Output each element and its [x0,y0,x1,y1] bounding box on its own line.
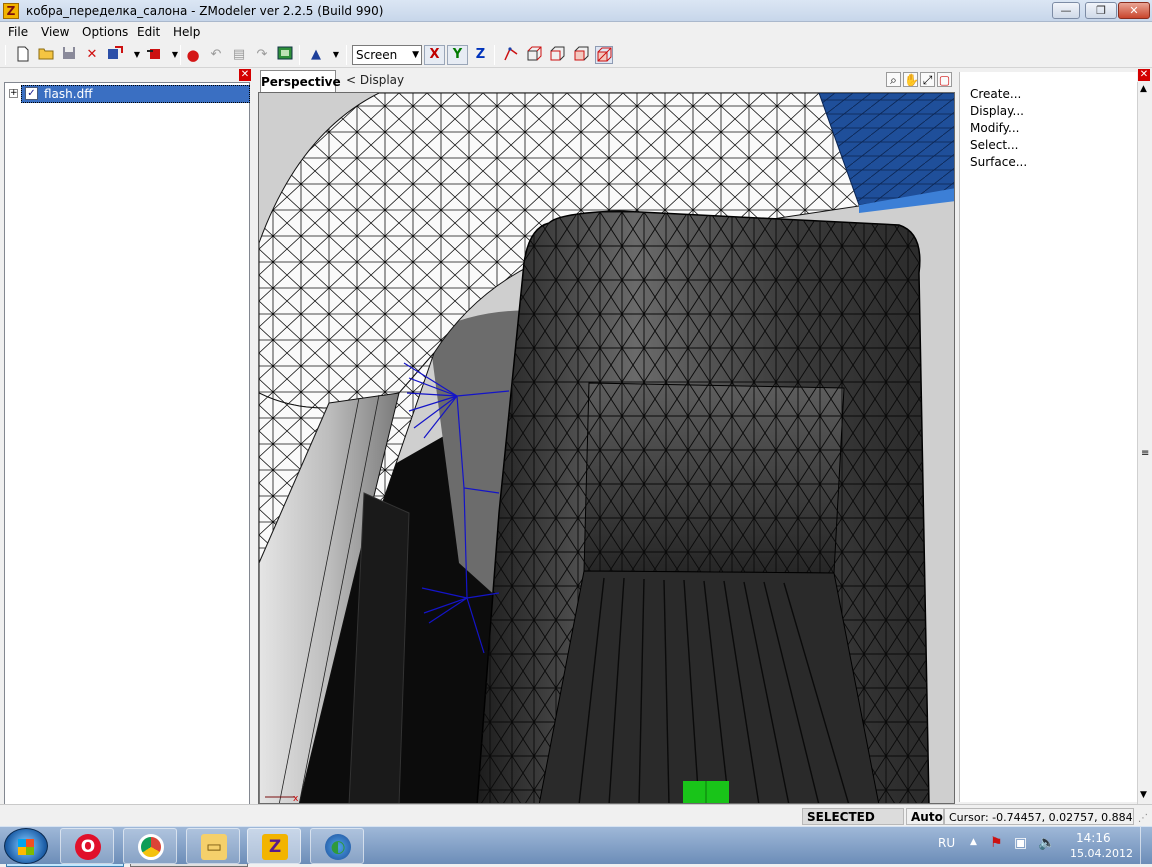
title-bar: Z кобра_переделка_салона - ZModeler ver … [0,0,1152,22]
axis-z-toggle[interactable]: Z [470,45,491,65]
viewport-header: Perspective < Display ⌕ ✋ ⤢ ▢ [258,68,955,92]
tab-perspective[interactable]: Perspective [260,70,341,92]
network-icon[interactable]: ▣ [1014,835,1027,851]
cone-primitive-icon[interactable]: ▲ [307,46,325,64]
close-icon[interactable]: ✕ [1138,69,1150,81]
start-button[interactable] [4,828,48,864]
zoom-icon[interactable]: ⌕ [886,72,901,87]
close-button[interactable]: ✕ [1118,2,1150,19]
clock-time[interactable]: 14:16 [1076,831,1111,845]
toolbar-separator [494,45,495,65]
command-select[interactable]: Select... [970,138,1018,152]
menu-options[interactable]: Options [82,25,128,39]
maximize-button[interactable]: ❐ [1085,2,1117,19]
axis-x-toggle[interactable]: X [424,45,445,65]
minimize-button[interactable]: — [1052,2,1080,19]
save-icon[interactable] [60,46,78,64]
tree-item-label[interactable]: flash.dff [21,85,250,103]
command-surface[interactable]: Surface... [970,155,1027,169]
globe-icon: ◐ [325,834,351,860]
vertex-mode-icon[interactable] [502,46,520,64]
close-icon[interactable]: ✕ [239,69,251,81]
flag-alert-icon[interactable]: ⚑ [990,835,1003,851]
record-icon[interactable]: ● [184,46,202,64]
import-icon[interactable] [106,46,124,64]
tray-expand-icon[interactable]: ▲ [970,837,977,847]
command-modify[interactable]: Modify... [970,121,1020,135]
tree-row[interactable]: + flash.dff ✓ [7,85,250,103]
command-create[interactable]: Create... [970,87,1021,101]
auto-status[interactable]: Auto [906,808,944,825]
command-display[interactable]: Display... [970,104,1024,118]
chrome-icon [138,834,164,860]
svg-text:x: x [293,794,299,804]
zmodeler-app-icon[interactable]: Z [3,3,19,19]
3d-viewport[interactable]: x [258,92,955,804]
menu-file[interactable]: File [8,25,28,39]
export-dropdown-icon[interactable]: ▼ [166,46,184,64]
clipboard-icon[interactable]: ▤ [230,46,248,64]
face-mode-icon[interactable] [572,46,590,64]
taskbar-chrome[interactable] [123,828,177,864]
primitive-dropdown-icon[interactable]: ▼ [327,46,345,64]
taskbar-explorer[interactable]: ▭ [186,828,240,864]
group-mode-icon[interactable] [548,46,566,64]
show-desktop-button[interactable] [1140,827,1152,864]
menu-bar: File View Options Edit Help [0,22,1152,42]
toolbar-separator [180,45,181,65]
menu-help[interactable]: Help [173,25,200,39]
visibility-checkbox[interactable]: ✓ [25,87,38,100]
zmodeler-icon: Z [262,834,288,860]
taskbar-globe[interactable]: ◐ [310,828,364,864]
scroll-down-icon[interactable]: ▼ [1140,790,1147,800]
pan-hand-icon[interactable]: ✋ [903,72,919,87]
taskbar: O ▭ Z ◐ RU ▲ ⚑ ▣ 🔈 14:16 15.04.2012 [0,826,1152,864]
selection-mode-status: SELECTED MODE [802,808,904,841]
command-panel: ✕ Create... Display... Modify... Select.… [955,68,1152,804]
scroll-grip-icon[interactable]: ≡ [1141,448,1149,459]
scroll-up-icon[interactable]: ▲ [1140,84,1147,94]
folder-icon: ▭ [201,834,227,860]
scene-tree: + flash.dff ✓ [4,82,250,848]
export-icon[interactable] [145,46,163,64]
object-mode-icon[interactable] [525,46,543,64]
status-bar: SELECTED MODE Auto Cursor: -0.74457, 0.0… [0,804,1152,841]
volume-icon[interactable]: 🔈 [1038,835,1055,851]
resize-grip-icon[interactable]: ⋰ [1138,813,1148,824]
coordinate-space-value: Screen [356,48,398,62]
taskbar-zmodeler[interactable]: Z [247,828,301,864]
toolbar: ✕ ▼ ▼ ● ↶ ▤ ↷ ▲ ▼ Screen ▼ X Y Z [0,42,1152,68]
import-dropdown-icon[interactable]: ▼ [128,46,146,64]
zoom-extents-icon[interactable]: ⤢ [920,72,935,87]
menu-view[interactable]: View [41,25,69,39]
language-indicator[interactable]: RU [938,836,955,850]
mesh-mode-icon[interactable] [595,46,613,64]
redo-icon[interactable]: ↷ [253,46,271,64]
cursor-coordinates: Cursor: -0.74457, 0.02757, 0.88480 [944,808,1134,825]
delete-icon[interactable]: ✕ [83,46,101,64]
toolbar-separator [299,45,300,65]
window-title: кобра_переделка_салона - ZModeler ver 2.… [26,4,384,18]
new-file-icon[interactable] [14,46,32,64]
expand-plus-icon[interactable]: + [9,89,18,98]
taskbar-opera[interactable]: O [60,828,114,864]
breadcrumb[interactable]: < Display [346,73,404,87]
mesh-render: x [259,93,954,804]
render-image-icon[interactable] [276,46,294,64]
windows-logo-icon [18,839,34,855]
command-list: Create... Display... Modify... Select...… [959,72,1137,802]
menu-edit[interactable]: Edit [137,25,160,39]
coordinate-space-select[interactable]: Screen ▼ [352,45,422,65]
open-folder-icon[interactable] [37,46,55,64]
clock-date[interactable]: 15.04.2012 [1070,847,1133,860]
axis-y-toggle[interactable]: Y [447,45,468,65]
scene-tree-panel: ✕ + flash.dff ✓ Show all Hide all [0,68,256,867]
maximize-viewport-icon[interactable]: ▢ [937,72,952,87]
chevron-down-icon: ▼ [412,50,419,60]
toolbar-separator [346,45,347,65]
opera-icon: O [75,834,101,860]
vertical-scrollbar[interactable]: ▲ ≡ ▼ [1137,82,1152,804]
undo-icon[interactable]: ↶ [207,46,225,64]
toolbar-grip [5,45,6,65]
